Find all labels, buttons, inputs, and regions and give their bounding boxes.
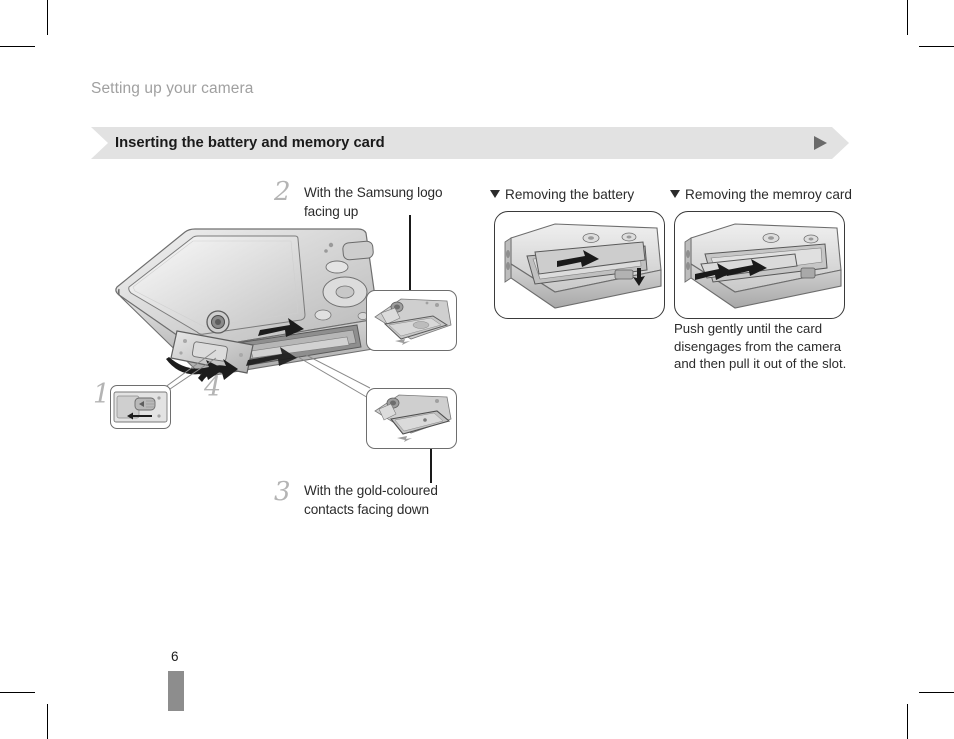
battery-latch-detail-drawing: [113, 391, 168, 423]
removing-battery-heading: Removing the battery: [490, 187, 634, 202]
battery-insert-detail-drawing: [374, 298, 452, 345]
page-number: 6: [171, 649, 179, 664]
section-title-bar: Inserting the battery and memory card: [91, 127, 849, 159]
removing-card-illustration: [674, 211, 845, 319]
removing-card-heading: Removing the memroy card: [670, 187, 852, 202]
next-arrow-icon: [814, 136, 827, 150]
detail-box-step-1: [110, 385, 171, 429]
crop-mark-bottom-left-vertical: [47, 704, 48, 739]
section-label: Setting up your camera: [91, 80, 254, 97]
memory-card-removal-drawing: [684, 223, 842, 309]
removing-battery-heading-label: Removing the battery: [505, 187, 635, 202]
crop-mark-top-right-vertical: [907, 0, 908, 35]
callout-3-leader-lines: [296, 355, 372, 403]
crop-mark-top-left-horizontal: [0, 46, 35, 47]
memory-card-insert-detail-drawing: [374, 394, 452, 442]
step-3-number: 3: [274, 477, 291, 507]
battery-removal-drawing: [504, 223, 662, 309]
step-2-number: 2: [274, 177, 291, 207]
page-title: Inserting the battery and memory card: [115, 135, 385, 151]
removing-battery-illustration: [494, 211, 665, 319]
triangle-bullet-icon: [670, 190, 680, 198]
crop-mark-bottom-left-horizontal: [0, 692, 35, 693]
crop-mark-bottom-right-vertical: [907, 704, 908, 739]
detail-box-step-3: [366, 388, 457, 449]
page-edge-tab: [168, 671, 184, 711]
crop-mark-top-left-vertical: [47, 0, 48, 35]
crop-mark-bottom-right-horizontal: [919, 692, 954, 693]
triangle-bullet-icon: [490, 190, 500, 198]
step-3-text: With the gold-coloured contacts facing d…: [304, 483, 438, 517]
callout-1-leader-lines: [158, 348, 218, 390]
removing-card-heading-label: Removing the memroy card: [685, 187, 852, 202]
detail-box-step-2: [366, 290, 457, 351]
crop-mark-top-right-horizontal: [919, 46, 954, 47]
removing-card-note: Push gently until the card disengages fr…: [674, 321, 847, 371]
